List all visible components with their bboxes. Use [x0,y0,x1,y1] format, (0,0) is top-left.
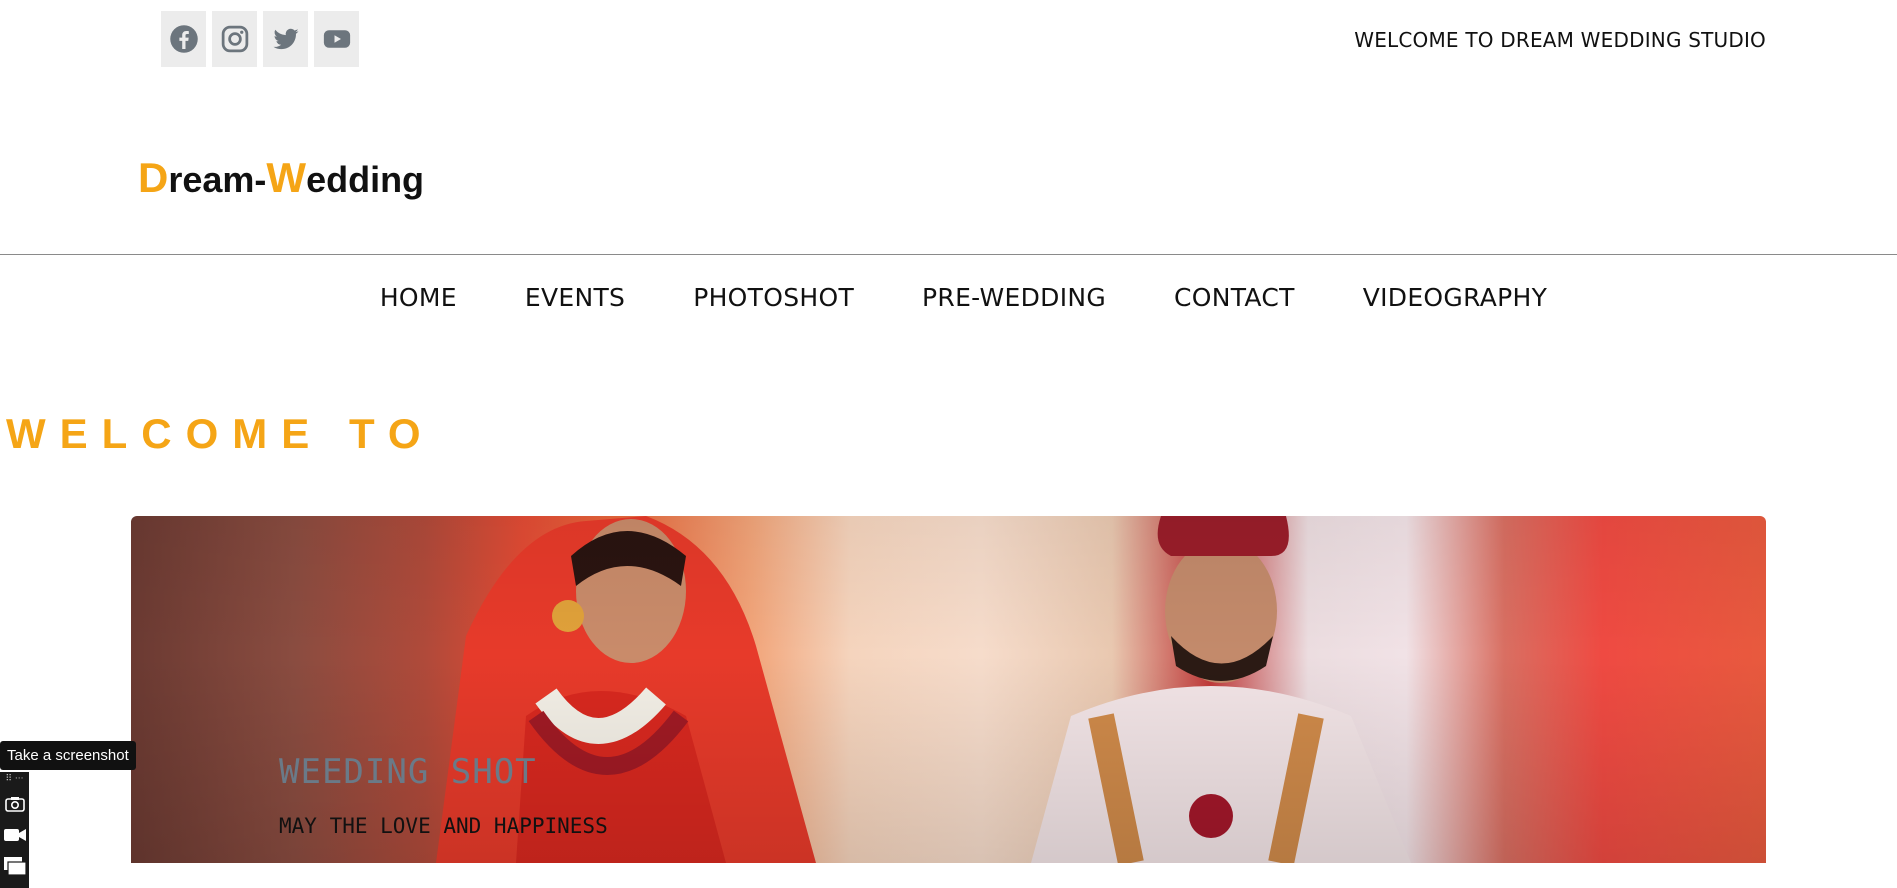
main-nav: HOME EVENTS PHOTOSHOT PRE-WEDDING CONTAC… [0,283,1897,312]
hero-shade [131,516,1766,863]
instagram-icon [221,25,248,53]
facebook-icon [169,25,198,53]
toolbar-drag-handle[interactable]: ⠿ ··· [5,774,23,784]
social-links [161,11,359,67]
youtube-icon [323,30,350,48]
instagram-button[interactable] [212,11,257,67]
screenshot-toolbar: ⠿ ··· [0,772,29,888]
twitter-icon [273,28,298,50]
top-bar: WELCOME TO DREAM WEDDING STUDIO [0,0,1897,80]
nav-item-photoshot[interactable]: PHOTOSHOT [693,283,854,312]
camera-button[interactable] [4,793,26,815]
screenshot-tooltip: Take a screenshot [0,741,136,770]
logo-text-edding: edding [306,159,425,200]
hero-subtitle: MAY THE LOVE AND HAPPINESS [279,814,608,838]
video-camera-icon [3,829,26,841]
nav-item-home[interactable]: HOME [380,283,457,312]
twitter-button[interactable] [263,11,308,67]
logo-letter-d: D [138,154,169,201]
window-icon [3,857,26,875]
nav-item-contact[interactable]: CONTACT [1174,283,1295,312]
facebook-button[interactable] [161,11,206,67]
logo-letter-w: W [266,154,307,201]
header-divider [0,254,1897,255]
nav-item-pre-wedding[interactable]: PRE-WEDDING [922,283,1106,312]
nav-item-events[interactable]: EVENTS [525,283,625,312]
site-logo[interactable]: Dream-Wedding [138,154,424,202]
window-capture-button[interactable] [3,855,26,877]
youtube-button[interactable] [314,11,359,67]
hero-banner: WEEDING SHOT MAY THE LOVE AND HAPPINESS [131,516,1766,863]
section-title: WELCOME TO [6,410,435,457]
video-record-button[interactable] [3,824,26,846]
logo-text-ream: ream- [168,159,267,200]
welcome-banner-text: WELCOME TO DREAM WEDDING STUDIO [1354,28,1766,52]
nav-item-videography[interactable]: VIDEOGRAPHY [1363,283,1547,312]
hero-title: WEEDING SHOT [279,752,537,792]
camera-icon [4,797,25,812]
